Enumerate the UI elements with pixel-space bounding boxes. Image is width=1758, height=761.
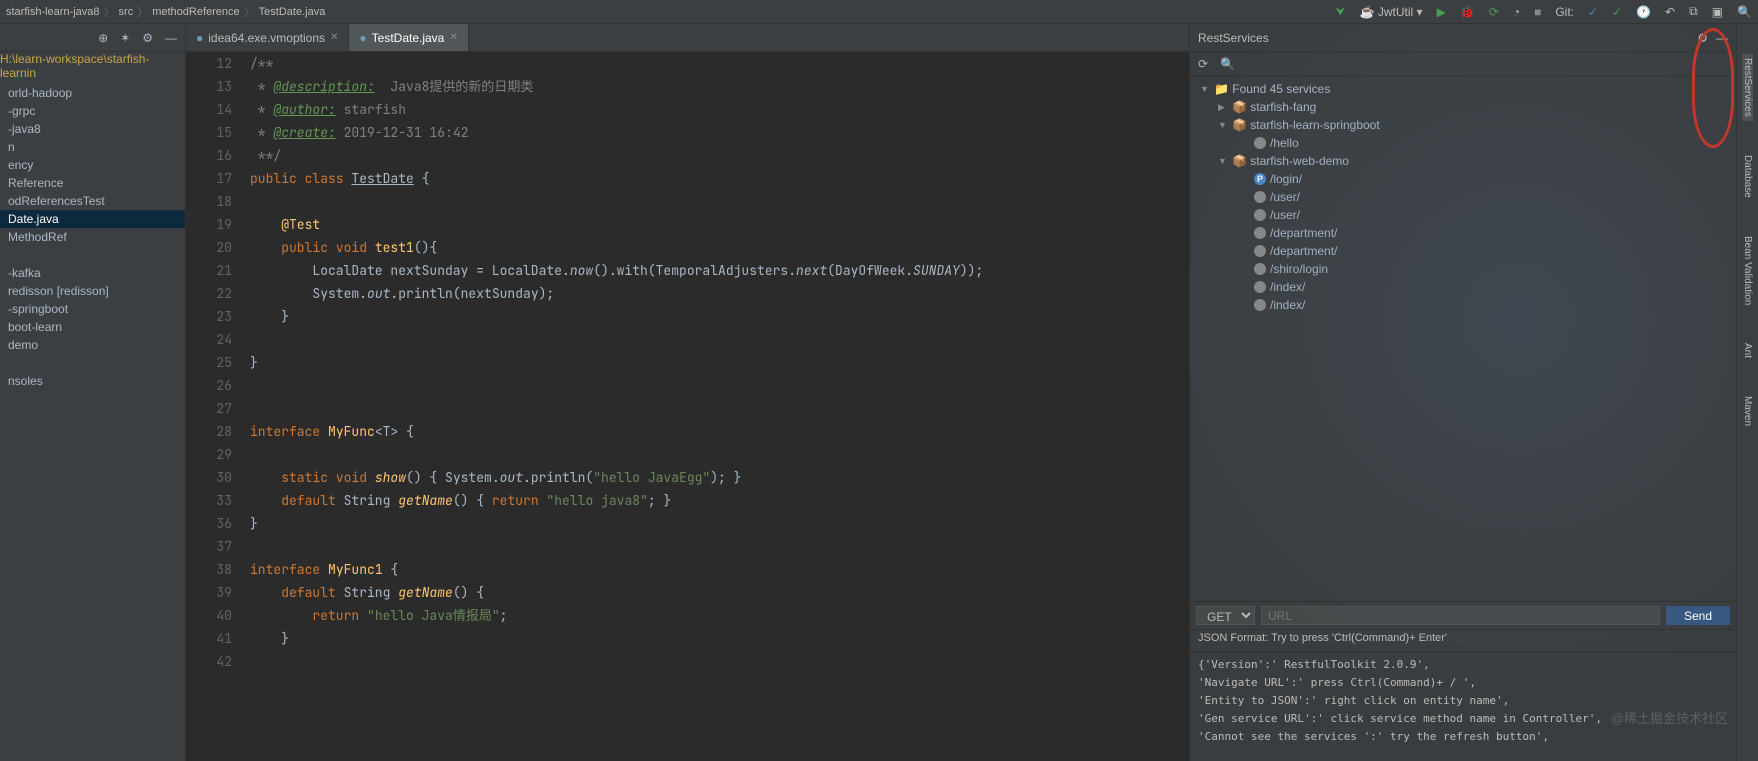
project-tree-item[interactable]: demo [0, 336, 185, 354]
rest-endpoint[interactable]: /user/ [1190, 188, 1736, 206]
project-tree-item[interactable]: -springboot [0, 300, 185, 318]
ide-settings-icon[interactable]: ▣ [1712, 5, 1723, 19]
project-tree-item[interactable]: odReferencesTest [0, 192, 185, 210]
project-tree-item[interactable] [0, 354, 185, 372]
git-history-icon[interactable]: 🕐 [1636, 5, 1651, 19]
project-tree-item[interactable]: -java8 [0, 120, 185, 138]
project-tree-item[interactable]: -kafka [0, 264, 185, 282]
project-tree-item[interactable]: ency [0, 156, 185, 174]
git-label: Git: [1555, 5, 1574, 19]
code-content[interactable]: /** * @description: Java8提供的新的日期类 * @aut… [246, 52, 1189, 761]
rest-endpoint[interactable]: /department/ [1190, 242, 1736, 260]
project-path[interactable]: H:\learn-workspace\starfish-learnin [0, 52, 185, 80]
project-tree-item[interactable]: MethodRef [0, 228, 185, 246]
editor-tab[interactable]: ●TestDate.java✕ [349, 24, 468, 51]
rest-request-bar: GET Send [1190, 601, 1736, 629]
rest-settings-gear-icon[interactable]: ⚙ [1697, 31, 1708, 45]
rest-panel-title: RestServices [1198, 31, 1697, 45]
stop-icon[interactable]: ■ [1534, 5, 1541, 19]
open-project-icon[interactable]: ⧉ [1689, 4, 1698, 19]
top-toolbar: ⮟ ☕ JwtUtil ▾ ▶ 🐞 ⟳ ◔ ■ Git: ✓ ✓ 🕐 ↶ ⧉ ▣… [1335, 4, 1752, 19]
dock-tab-maven[interactable]: Maven [1742, 392, 1753, 430]
breadcrumb-package[interactable]: methodReference [152, 6, 239, 18]
project-tree-item[interactable]: n [0, 138, 185, 156]
rest-endpoint[interactable]: /index/ [1190, 278, 1736, 296]
rest-hide-icon[interactable]: — [1716, 31, 1728, 45]
top-navigation-bar: starfish-learn-java8〉 src〉 methodReferen… [0, 0, 1758, 24]
json-format-hint: JSON Format: Try to press 'Ctrl(Command)… [1190, 629, 1736, 651]
locate-icon[interactable]: ⊕ [98, 31, 108, 45]
url-input[interactable] [1261, 606, 1660, 625]
expand-icon[interactable]: ✶ [120, 31, 130, 45]
rest-endpoint[interactable]: P /login/ [1190, 170, 1736, 188]
project-tree[interactable]: orld-hadoop-grpc-java8nencyReferenceodRe… [0, 80, 185, 761]
run-icon[interactable]: ▶ [1437, 5, 1446, 19]
send-button[interactable]: Send [1666, 606, 1730, 625]
rest-search-icon[interactable]: 🔍 [1220, 57, 1235, 71]
rest-services-panel: RestServices ⚙ — ⟳ 🔍 ▼📁 Found 45 service… [1189, 24, 1736, 761]
rest-services-tree[interactable]: ▼📁 Found 45 services▶📦 starfish-fang▼📦 s… [1190, 76, 1736, 601]
editor-area: ●idea64.exe.vmoptions✕●TestDate.java✕ 12… [186, 24, 1189, 761]
project-tree-item[interactable] [0, 246, 185, 264]
rest-root[interactable]: ▼📁 Found 45 services [1190, 80, 1736, 98]
debug-icon[interactable]: 🐞 [1460, 5, 1475, 19]
project-tree-item[interactable]: Reference [0, 174, 185, 192]
profiler-icon[interactable]: ◔ [1513, 5, 1520, 19]
rest-project[interactable]: ▼📦 starfish-web-demo [1190, 152, 1736, 170]
project-tree-item[interactable]: boot-learn [0, 318, 185, 336]
project-tree-item[interactable]: -grpc [0, 102, 185, 120]
breadcrumb-file[interactable]: TestDate.java [259, 6, 326, 18]
project-tree-panel: ⊕ ✶ ⚙ — H:\learn-workspace\starfish-lear… [0, 24, 186, 761]
editor-tab-bar: ●idea64.exe.vmoptions✕●TestDate.java✕ [186, 24, 1189, 52]
right-tool-dock: RestServices Database Bean Validation Ant Ma… [1736, 24, 1758, 761]
refresh-icon[interactable]: ⟳ [1198, 57, 1208, 71]
line-number-gutter: 1213141516171819202122232425262728293033… [186, 52, 246, 761]
project-tree-item[interactable]: nsoles [0, 372, 185, 390]
project-tree-item[interactable]: redisson [redisson] [0, 282, 185, 300]
rest-endpoint[interactable]: /shiro/login [1190, 260, 1736, 278]
dock-tab-restservices[interactable]: RestServices [1742, 54, 1753, 121]
project-tree-item[interactable]: Date.java [0, 210, 185, 228]
breadcrumb: starfish-learn-java8〉 src〉 methodReferen… [6, 4, 325, 20]
run-config-dropdown[interactable]: ☕ JwtUtil ▾ [1360, 5, 1423, 19]
editor-tab[interactable]: ●idea64.exe.vmoptions✕ [186, 24, 349, 51]
git-revert-icon[interactable]: ↶ [1665, 5, 1675, 19]
dock-tab-database[interactable]: Database [1742, 151, 1753, 202]
watermark: @稀土掘金技术社区 [1611, 708, 1728, 727]
project-toolbar: ⊕ ✶ ⚙ — [0, 24, 185, 52]
build-icon[interactable]: ⮟ [1335, 4, 1345, 19]
git-commit-icon[interactable]: ✓ [1612, 5, 1622, 19]
project-tree-item[interactable]: orld-hadoop [0, 84, 185, 102]
http-method-select[interactable]: GET [1196, 606, 1255, 625]
rest-project[interactable]: ▼📦 starfish-learn-springboot [1190, 116, 1736, 134]
coverage-icon[interactable]: ⟳ [1489, 5, 1499, 19]
rest-endpoint[interactable]: /department/ [1190, 224, 1736, 242]
rest-endpoint[interactable]: /index/ [1190, 296, 1736, 314]
rest-output-console[interactable]: {'Version':' RestfulToolkit 2.0.9','Navi… [1190, 651, 1736, 761]
settings-gear-icon[interactable]: ⚙ [142, 31, 153, 45]
code-editor[interactable]: 1213141516171819202122232425262728293033… [186, 52, 1189, 761]
breadcrumb-project[interactable]: starfish-learn-java8 [6, 6, 100, 18]
close-icon[interactable]: ✕ [330, 32, 338, 43]
dock-tab-bean validation[interactable]: Bean Validation [1742, 232, 1753, 309]
rest-project[interactable]: ▶📦 starfish-fang [1190, 98, 1736, 116]
dock-tab-ant[interactable]: Ant [1742, 339, 1753, 362]
close-icon[interactable]: ✕ [449, 32, 457, 43]
rest-endpoint[interactable]: /hello [1190, 134, 1736, 152]
git-update-icon[interactable]: ✓ [1588, 5, 1598, 19]
breadcrumb-folder[interactable]: src [119, 6, 134, 18]
search-icon[interactable]: 🔍 [1737, 5, 1752, 19]
rest-endpoint[interactable]: /user/ [1190, 206, 1736, 224]
hide-icon[interactable]: — [165, 31, 177, 45]
